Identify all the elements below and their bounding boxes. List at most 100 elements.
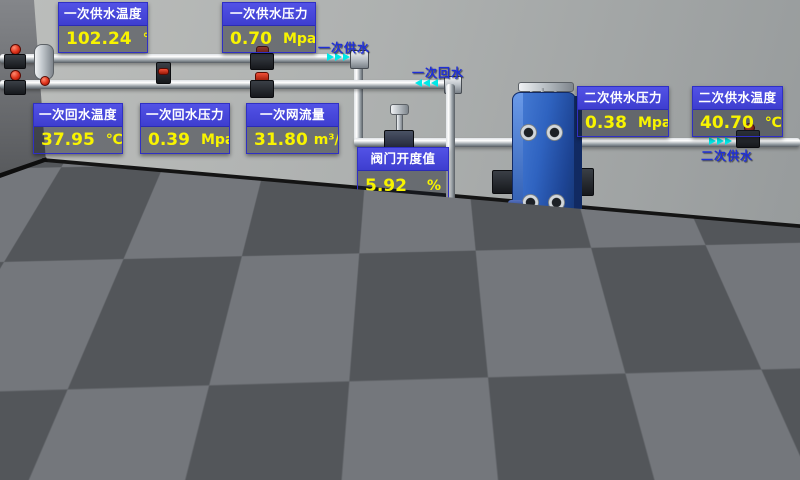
gauge-value-row: 0.27 Mpa bbox=[578, 267, 665, 293]
pump-nameplate-stripe bbox=[442, 219, 446, 232]
pump-cap bbox=[231, 372, 247, 379]
gauge-value: 0.27 bbox=[585, 270, 627, 290]
gauge-title: 二次回水压力 bbox=[578, 244, 665, 267]
hmi-screen: { "colors": { "gauge_title_bg": "#5252e6… bbox=[0, 0, 800, 480]
flow-arrows-left bbox=[731, 295, 746, 303]
gauge-primary-supply-pressure[interactable]: 一次供水压力 0.70 Mpa bbox=[222, 2, 316, 53]
gauge-unit: ℃ bbox=[765, 115, 782, 131]
pump-flange bbox=[231, 356, 241, 368]
air-separator[interactable] bbox=[34, 44, 54, 80]
pump-flange bbox=[491, 246, 501, 259]
pipe-primary-return bbox=[0, 80, 452, 89]
valve-body[interactable] bbox=[4, 80, 26, 95]
circulation-pump-2[interactable] bbox=[487, 200, 543, 286]
gauge-value-row: 33.88 Hz bbox=[283, 402, 368, 428]
gauge-secondary-return-temp[interactable]: 二次回水温度 36.63 ℃ bbox=[692, 243, 783, 294]
gauge-unit: % bbox=[427, 178, 441, 194]
tank-manway bbox=[28, 356, 74, 402]
ladder-rung bbox=[142, 374, 157, 377]
gauge-title: 一次供水温度 bbox=[59, 3, 147, 26]
pipe-secondary-return bbox=[452, 296, 800, 305]
gauge-title: 补水泵频率 bbox=[283, 379, 368, 402]
ladder-rail bbox=[154, 296, 157, 384]
gauge-title: 二次供水温度 bbox=[693, 87, 782, 110]
gauge-value-row: 0.70 Mpa bbox=[223, 26, 315, 52]
gauge-makeup-pump-frequency[interactable]: 补水泵频率 33.88 Hz bbox=[282, 378, 369, 429]
gauge-value-row: 37.95 ℃ bbox=[34, 127, 122, 153]
flow-arrows-right bbox=[519, 326, 534, 334]
valve-body[interactable] bbox=[250, 53, 274, 70]
gauge-secondary-supply-pressure[interactable]: 二次供水压力 0.38 Mpa bbox=[577, 86, 669, 137]
gauge-value-row: 0.39 Mpa bbox=[141, 127, 229, 153]
pipe-primary-supply-riser bbox=[354, 60, 363, 142]
pump-outlet bbox=[230, 439, 247, 448]
flow-arrows-right bbox=[709, 137, 732, 145]
drain-valve-handle[interactable] bbox=[40, 76, 50, 86]
gauge-valve-opening[interactable]: 阀门开度值 5.92 % bbox=[357, 147, 449, 202]
gauge-title: 一次供水压力 bbox=[223, 3, 315, 26]
pipe-label-secondary-return: 二次回水 bbox=[717, 307, 769, 324]
ladder-rung bbox=[142, 314, 157, 317]
gauge-value-row: 36.63 ℃ bbox=[693, 267, 782, 293]
pump-flange bbox=[420, 246, 430, 259]
pipe-label-primary-supply: 一次供水 bbox=[318, 39, 370, 56]
gauge-value-row: 0.38 Mpa bbox=[578, 110, 668, 136]
control-valve-actuator[interactable] bbox=[390, 104, 409, 115]
gauge-unit: ℃ bbox=[106, 132, 122, 148]
valve-body[interactable] bbox=[4, 54, 26, 69]
pump-flange bbox=[529, 246, 539, 259]
gauge-value: 102.24 bbox=[66, 29, 132, 49]
gauge-value: 40.70 bbox=[700, 113, 754, 133]
gauge-primary-flow[interactable]: 一次网流量 31.80 m³/h bbox=[246, 103, 339, 154]
gauge-title: 水箱液位高度 bbox=[34, 299, 124, 322]
gauge-unit: Mpa bbox=[283, 31, 315, 47]
gauge-value: 33.88 bbox=[290, 405, 344, 425]
pipe-label-makeup: 补水 bbox=[583, 397, 609, 414]
pipe-tank-fill bbox=[133, 328, 557, 334]
gauge-title: 一次回水温度 bbox=[34, 104, 122, 127]
gauge-primary-return-temp[interactable]: 一次回水温度 37.95 ℃ bbox=[33, 103, 123, 154]
gauge-unit: m³ bbox=[99, 327, 120, 343]
gauge-secondary-return-pressure[interactable]: 二次回水压力 0.27 Mpa bbox=[577, 243, 666, 294]
ladder-rung bbox=[142, 354, 157, 357]
gauge-value: 0.38 bbox=[585, 113, 627, 133]
pipe-label-primary-return: 一次回水 bbox=[412, 64, 464, 81]
pump-flange bbox=[253, 420, 264, 434]
tank-leg bbox=[20, 408, 28, 454]
gauge-title: 二次回水温度 bbox=[693, 244, 782, 267]
gauge-unit: Mpa bbox=[638, 115, 668, 131]
gauge-primary-return-pressure[interactable]: 一次回水压力 0.39 Mpa bbox=[140, 103, 230, 154]
gauge-value: 1.10 bbox=[41, 325, 83, 345]
gauge-unit: ℃ bbox=[143, 31, 147, 47]
pump-cap bbox=[508, 200, 523, 207]
pipe-flange bbox=[792, 292, 800, 309]
gauge-unit: Mpa bbox=[638, 272, 665, 288]
heat-exchanger-frame-plate bbox=[513, 93, 523, 216]
gauge-primary-supply-temp[interactable]: 一次供水温度 102.24 ℃ bbox=[58, 2, 148, 53]
pump-flange bbox=[213, 420, 224, 434]
gauge-unit: Hz bbox=[350, 407, 368, 423]
gauge-value-row: 40.70 ℃ bbox=[693, 110, 782, 136]
gauge-value-row: 1.10 m³ bbox=[34, 322, 124, 348]
pump-flange bbox=[267, 356, 277, 368]
pipe-label-secondary-supply: 二次供水 bbox=[701, 147, 753, 164]
pipe-end-fitting bbox=[544, 323, 564, 340]
pump-volute bbox=[501, 240, 529, 266]
gauge-secondary-supply-temp[interactable]: 二次供水温度 40.70 ℃ bbox=[692, 86, 783, 137]
tank-manway bbox=[86, 358, 132, 404]
exchanger-port bbox=[520, 124, 537, 141]
gauge-title: 一次网流量 bbox=[247, 104, 338, 127]
valve-handle[interactable] bbox=[158, 68, 169, 75]
circulation-pump-1[interactable] bbox=[416, 200, 472, 286]
gauge-value: 5.92 bbox=[365, 176, 407, 196]
gauge-tank-level[interactable]: 水箱液位高度 1.10 m³ bbox=[33, 298, 125, 349]
gauge-value-row: 5.92 % bbox=[358, 171, 448, 201]
exchanger-port bbox=[548, 194, 565, 211]
pump-flange bbox=[458, 246, 468, 259]
pump-volute bbox=[223, 414, 252, 441]
gauge-unit: ℃ bbox=[765, 272, 782, 288]
pump-outlet bbox=[436, 264, 452, 273]
makeup-pump-2[interactable] bbox=[209, 372, 268, 462]
flow-arrows-right bbox=[581, 387, 596, 395]
valve-body[interactable] bbox=[250, 80, 274, 98]
